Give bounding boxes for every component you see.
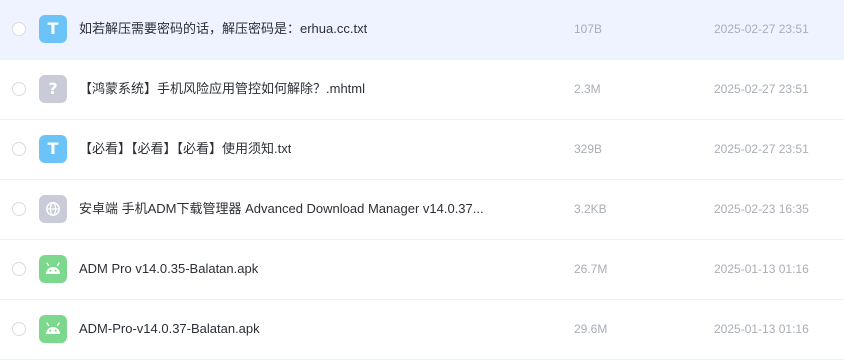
- file-date: 2025-02-27 23:51: [714, 82, 809, 96]
- row-checkbox[interactable]: [12, 82, 26, 96]
- row-checkbox[interactable]: [12, 142, 26, 156]
- file-name[interactable]: 如若解压需要密码的话，解压密码是：erhua.cc.txt: [79, 20, 367, 38]
- file-row[interactable]: 安卓端 手机ADM下载管理器 Advanced Download Manager…: [0, 180, 844, 240]
- file-row[interactable]: T 【必看】【必看】【必看】使用须知.txt 329B 2025-02-27 2…: [0, 120, 844, 180]
- file-date: 2025-02-27 23:51: [714, 22, 809, 36]
- file-date: 2025-01-13 01:16: [714, 262, 809, 276]
- file-size: 2.3M: [574, 82, 601, 96]
- file-row[interactable]: ADM-Pro-v14.0.37-Balatan.apk 29.6M 2025-…: [0, 300, 844, 360]
- file-row[interactable]: ADM Pro v14.0.35-Balatan.apk 26.7M 2025-…: [0, 240, 844, 300]
- globe-icon: [46, 202, 60, 216]
- file-name[interactable]: ADM Pro v14.0.35-Balatan.apk: [79, 260, 258, 278]
- file-date: 2025-01-13 01:16: [714, 322, 809, 336]
- file-list: T 如若解压需要密码的话，解压密码是：erhua.cc.txt 107B 202…: [0, 0, 844, 360]
- file-size: 107B: [574, 22, 603, 36]
- file-size: 26.7M: [574, 262, 608, 276]
- web-link-icon: [39, 195, 67, 223]
- android-apk-icon: [39, 315, 67, 343]
- file-date: 2025-02-23 16:35: [714, 202, 809, 216]
- file-name[interactable]: 安卓端 手机ADM下载管理器 Advanced Download Manager…: [79, 200, 484, 218]
- row-checkbox[interactable]: [12, 262, 26, 276]
- android-icon: [46, 322, 60, 334]
- file-name[interactable]: ADM-Pro-v14.0.37-Balatan.apk: [79, 320, 260, 338]
- file-name[interactable]: 【鸿蒙系统】手机风险应用管控如何解除？.mhtml: [79, 80, 365, 98]
- txt-file-icon: T: [39, 15, 67, 43]
- file-row[interactable]: T 如若解压需要密码的话，解压密码是：erhua.cc.txt 107B 202…: [0, 0, 844, 60]
- row-checkbox[interactable]: [12, 322, 26, 336]
- android-icon: [46, 262, 60, 274]
- row-checkbox[interactable]: [12, 202, 26, 216]
- file-row[interactable]: ? 【鸿蒙系统】手机风险应用管控如何解除？.mhtml 2.3M 2025-02…: [0, 60, 844, 120]
- file-name[interactable]: 【必看】【必看】【必看】使用须知.txt: [79, 140, 291, 158]
- unknown-file-icon: ?: [39, 75, 67, 103]
- row-checkbox[interactable]: [12, 22, 26, 36]
- file-date: 2025-02-27 23:51: [714, 142, 809, 156]
- file-size: 329B: [574, 142, 603, 156]
- android-apk-icon: [39, 255, 67, 283]
- file-size: 29.6M: [574, 322, 608, 336]
- txt-file-icon: T: [39, 135, 67, 163]
- file-size: 3.2KB: [574, 202, 607, 216]
